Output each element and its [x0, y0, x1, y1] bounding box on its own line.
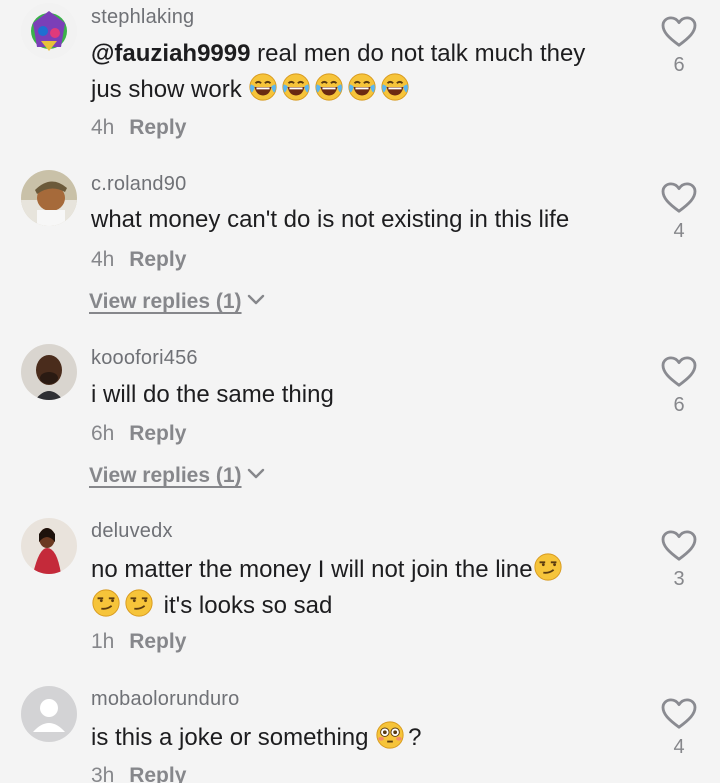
- like-button[interactable]: 6: [660, 356, 698, 417]
- like-count: 6: [673, 54, 685, 76]
- like-button[interactable]: 6: [660, 16, 698, 77]
- view-replies-label[interactable]: View replies (1): [89, 290, 242, 313]
- joy-emoji-icon: [314, 72, 344, 102]
- smirk-emoji-icon: [533, 552, 563, 582]
- smirk-emoji-icon: [124, 588, 154, 618]
- reply-button[interactable]: Reply: [129, 116, 186, 139]
- comment-meta: 3h Reply: [91, 764, 186, 783]
- reply-button[interactable]: Reply: [129, 422, 186, 445]
- comment-time: 1h: [91, 630, 115, 653]
- view-replies-button[interactable]: View replies (1): [89, 464, 266, 488]
- heart-icon[interactable]: [661, 356, 697, 388]
- comment-text-line: real men do not talk much they: [250, 40, 586, 67]
- reply-button[interactable]: Reply: [129, 764, 186, 783]
- heart-icon[interactable]: [661, 698, 697, 730]
- comment-username[interactable]: deluvedx: [91, 520, 173, 543]
- like-count: 4: [673, 736, 685, 758]
- comment-time: 6h: [91, 422, 115, 445]
- comment-text: is this a joke or something ?: [91, 720, 651, 756]
- chevron-down-icon[interactable]: [246, 293, 266, 307]
- comment-text: i will do the same thing: [91, 381, 334, 408]
- joy-emoji-icon: [347, 72, 377, 102]
- avatar[interactable]: [21, 344, 77, 400]
- mention-link[interactable]: @fauziah9999: [91, 40, 250, 67]
- comment-time: 4h: [91, 116, 115, 139]
- comment-meta: 6h Reply: [91, 422, 186, 446]
- like-count: 3: [673, 568, 685, 590]
- comment-time: 4h: [91, 248, 115, 271]
- heart-icon[interactable]: [661, 16, 697, 48]
- flushed-emoji-icon: [375, 720, 405, 750]
- comment-text-suffix: ?: [408, 724, 422, 751]
- avatar[interactable]: [21, 3, 77, 59]
- like-button[interactable]: 3: [660, 530, 698, 591]
- comment-username[interactable]: c.roland90: [91, 173, 186, 196]
- comment-text: @fauziah9999 real men do not talk much t…: [91, 36, 651, 108]
- comment-text-line: jus show work: [91, 76, 242, 103]
- comment-username[interactable]: kooofori456: [91, 347, 198, 370]
- reply-button[interactable]: Reply: [129, 630, 186, 653]
- comment-text-line: no matter the money I will not join the …: [91, 556, 533, 583]
- like-count: 4: [673, 220, 685, 242]
- avatar[interactable]: [21, 518, 77, 574]
- comment-meta: 4h Reply: [91, 248, 186, 272]
- comment-time: 3h: [91, 764, 115, 783]
- comment-meta: 4h Reply: [91, 116, 186, 140]
- comment-text: no matter the money I will not join the …: [91, 552, 651, 624]
- comment-username[interactable]: mobaolorunduro: [91, 688, 239, 711]
- heart-icon[interactable]: [661, 530, 697, 562]
- smirk-emoji-icon: [91, 588, 121, 618]
- joy-emoji-icon: [380, 72, 410, 102]
- like-button[interactable]: 4: [660, 698, 698, 759]
- avatar[interactable]: [21, 170, 77, 226]
- comment-text-line: is this a joke or something: [91, 724, 376, 751]
- joy-emoji-icon: [248, 72, 278, 102]
- comment-username[interactable]: stephlaking: [91, 6, 194, 29]
- view-replies-label[interactable]: View replies (1): [89, 464, 242, 487]
- comment-text: what money can't do is not existing in t…: [91, 206, 570, 233]
- heart-icon[interactable]: [661, 182, 697, 214]
- comment-meta: 1h Reply: [91, 630, 186, 654]
- reply-button[interactable]: Reply: [129, 248, 186, 271]
- avatar[interactable]: [21, 686, 77, 742]
- chevron-down-icon[interactable]: [246, 467, 266, 481]
- like-count: 6: [673, 394, 685, 416]
- joy-emoji-icon: [281, 72, 311, 102]
- comment-text-line: it's looks so sad: [157, 592, 333, 619]
- view-replies-button[interactable]: View replies (1): [89, 290, 266, 314]
- like-button[interactable]: 4: [660, 182, 698, 243]
